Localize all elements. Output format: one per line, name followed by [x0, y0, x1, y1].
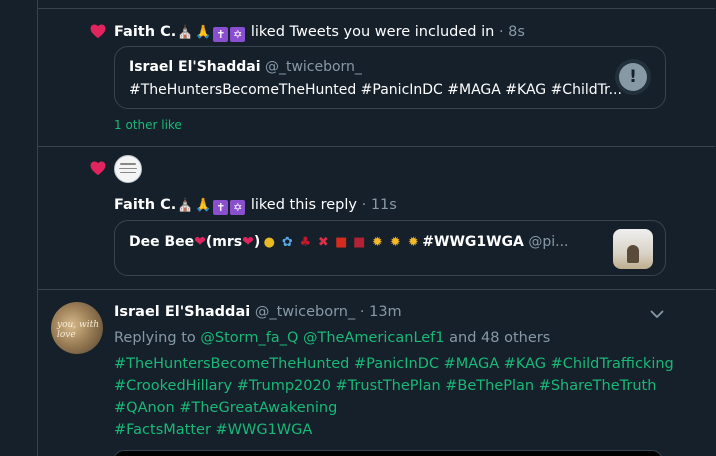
tweet-text-line[interactable]: #CrookedHillary #Trump2020 #TrustThePlan…: [114, 376, 656, 396]
tweet-text-line[interactable]: #TheHuntersBecomeTheHunted #PanicInDC #M…: [114, 354, 674, 374]
notification-text: Faith C.⛪ 🙏 ✝ ✡ liked this reply · 11s: [114, 195, 397, 216]
avatar[interactable]: you, with love: [51, 302, 103, 354]
tweet-header: Israel El'Shaddai @_twiceborn_ · 13m: [114, 302, 402, 322]
star-of-david-emoji: ✡: [230, 200, 246, 215]
sun-emoji: ✹: [407, 235, 419, 250]
user-name[interactable]: Faith C.: [114, 24, 176, 40]
exclamation-icon: !: [615, 59, 651, 95]
notification-action: liked Tweets you were included in: [250, 24, 495, 40]
us-flag-emoji: ■: [353, 235, 366, 250]
butterfly-emoji: ✿: [281, 235, 293, 250]
card-handle: @pi...: [528, 234, 569, 250]
heart-emoji: ❤: [194, 234, 206, 250]
cross-emoji: ✝: [213, 200, 229, 215]
tweet-time[interactable]: · 13m: [360, 304, 402, 320]
divider: [38, 289, 715, 290]
reply-others[interactable]: and 48 others: [449, 330, 550, 346]
chevron-down-icon[interactable]: [649, 306, 665, 326]
card-text: #TheHuntersBecomeTheHunted #PanicInDC #M…: [129, 82, 622, 98]
card-author: Dee Bee: [129, 234, 195, 250]
divider: [38, 146, 715, 147]
bee-emoji: ●: [263, 235, 275, 250]
emoji: ⛪: [177, 198, 194, 213]
star-of-david-emoji: ✡: [230, 27, 246, 42]
user-name[interactable]: Faith C.: [114, 197, 176, 213]
emoji: 🙏: [195, 25, 212, 40]
card-hashtag: #WWG1WGA: [422, 234, 524, 250]
tweet-text-line[interactable]: #QAnon #TheGreatAwakening: [114, 398, 337, 418]
tweet-author[interactable]: Israel El'Shaddai: [114, 304, 250, 320]
avatar[interactable]: [114, 155, 142, 183]
notifications-feed: Faith C.⛪ 🙏 ✝ ✡ liked Tweets you were inclu…: [37, 0, 715, 456]
canada-flag-emoji: ■: [335, 235, 348, 250]
other-likes-link[interactable]: 1 other like: [114, 115, 182, 135]
notification-text: Faith C.⛪ 🙏 ✝ ✡ liked Tweets you were inclu…: [114, 22, 525, 43]
reply-mention[interactable]: @TheAmericanLef1: [303, 330, 445, 346]
card-author: Israel El'Shaddai: [129, 59, 261, 75]
sun-emoji: ✹: [389, 235, 401, 250]
tweet-text-line[interactable]: #FactsMatter #WWG1WGA: [114, 420, 312, 440]
tweet-media[interactable]: [113, 450, 663, 456]
cross-mark-emoji: ✖: [317, 235, 329, 250]
rose-emoji: ♣: [299, 235, 312, 250]
sun-emoji: ✹: [371, 235, 383, 250]
heart-icon: [89, 159, 107, 177]
cross-emoji: ✝: [213, 27, 229, 42]
timestamp[interactable]: · 8s: [499, 24, 525, 40]
emoji: 🙏: [195, 198, 212, 213]
heart-emoji: ❤: [242, 234, 254, 250]
heart-icon: [89, 22, 107, 40]
reply-mention[interactable]: @Storm_fa_Q: [200, 330, 298, 346]
card-author-suffix: (mrs: [205, 234, 243, 250]
timestamp[interactable]: · 11s: [362, 197, 397, 213]
card-handle: @_twiceborn_: [264, 59, 362, 75]
media-thumbnail[interactable]: [613, 229, 653, 269]
quoted-tweet-card[interactable]: Israel El'Shaddai @_twiceborn_ #TheHunte…: [114, 46, 666, 109]
emoji: ⛪: [177, 25, 194, 40]
notification-action: liked this reply: [250, 197, 357, 213]
replying-to: Replying to @Storm_fa_Q @TheAmericanLef1…: [114, 330, 551, 346]
tweet-handle[interactable]: @_twiceborn_: [255, 304, 355, 320]
quoted-reply-card[interactable]: Dee Bee❤(mrs❤) ● ✿ ♣ ✖ ■ ■ ✹ ✹ ✹ #WWG1WGA @pi...: [114, 220, 666, 276]
divider: [38, 8, 715, 9]
